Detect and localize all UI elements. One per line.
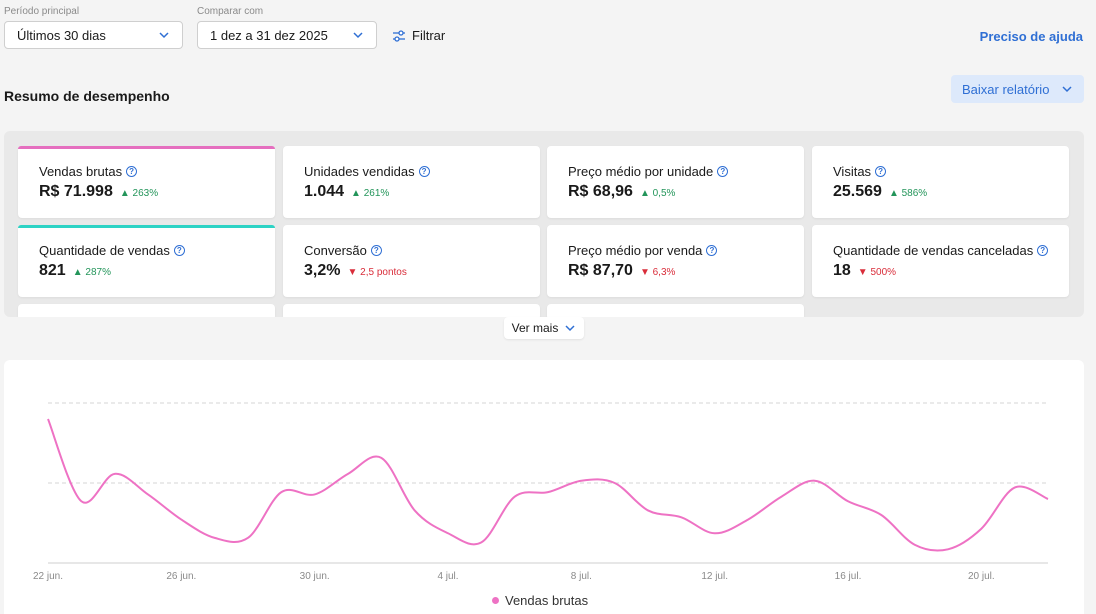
period-label: Período principal xyxy=(4,6,80,17)
kpi-delta: ▼ 2,5 pontos xyxy=(347,267,407,278)
filter-button-label: Filtrar xyxy=(412,28,446,43)
kpi-card-conversion[interactable]: Conversão? 3,2% ▼ 2,5 pontos xyxy=(283,225,540,297)
kpi-title: Vendas brutas xyxy=(39,164,123,179)
x-tick-label: 26 jun. xyxy=(166,571,196,582)
info-icon[interactable]: ? xyxy=(1037,245,1049,256)
legend-dot xyxy=(492,597,499,604)
compare-label: Comparar com xyxy=(197,6,264,17)
period-select[interactable]: Últimos 30 dias xyxy=(4,21,183,49)
kpi-value: R$ 68,96 xyxy=(568,183,633,200)
kpi-panel: Vendas brutas? R$ 71.998 ▲ 263% Unidades … xyxy=(4,131,1084,317)
kpi-title: Unidades vendidas xyxy=(304,164,415,179)
x-tick-label: 22 jun. xyxy=(33,571,63,582)
kpi-card-stub xyxy=(18,304,275,317)
kpi-value: R$ 87,70 xyxy=(568,262,633,279)
download-report-label: Baixar relatório xyxy=(962,81,1050,97)
download-report-button[interactable]: Baixar relatório xyxy=(951,75,1084,103)
kpi-card-units-sold[interactable]: Unidades vendidas? 1.044 ▲ 261% xyxy=(283,146,540,218)
kpi-title: Visitas xyxy=(833,164,872,179)
chevron-down-icon xyxy=(565,325,575,332)
kpi-card-avg-price-unit[interactable]: Preço médio por unidade? R$ 68,96 ▲ 0,5% xyxy=(547,146,804,218)
compare-filter: Comparar com 1 dez a 31 dez 2025 xyxy=(197,6,377,49)
x-tick-label: 30 jun. xyxy=(300,571,330,582)
compare-select[interactable]: 1 dez a 31 dez 2025 xyxy=(197,21,377,49)
chevron-down-icon xyxy=(159,32,169,39)
info-icon[interactable]: ? xyxy=(706,245,718,256)
compare-value: 1 dez a 31 dez 2025 xyxy=(210,27,328,43)
period-filter: Período principal Últimos 30 dias xyxy=(4,6,183,49)
info-icon[interactable]: ? xyxy=(875,166,887,177)
kpi-delta: ▲ 586% xyxy=(888,188,928,199)
help-link[interactable]: Preciso de ajuda xyxy=(980,29,1083,44)
kpi-value: 821 xyxy=(39,262,66,279)
x-tick-label: 16 jul. xyxy=(835,571,862,582)
series-line-vendas-brutas xyxy=(47,418,1049,552)
kpi-card-gross-sales[interactable]: Vendas brutas? R$ 71.998 ▲ 263% xyxy=(18,146,275,218)
kpi-title: Preço médio por unidade xyxy=(568,164,714,179)
kpi-card-sales-count[interactable]: Quantidade de vendas? 821 ▲ 287% xyxy=(18,225,275,297)
x-tick-label: 4 jul. xyxy=(437,571,458,582)
period-value: Últimos 30 dias xyxy=(17,27,106,43)
chevron-down-icon xyxy=(353,32,363,39)
info-icon[interactable]: ? xyxy=(173,245,185,256)
section-title: Resumo de desempenho xyxy=(4,88,170,104)
sales-chart-card: 22 jun. 26 jun. 30 jun. 4 jul. 8 jul. 12 jul.… xyxy=(4,360,1084,614)
kpi-title: Quantidade de vendas canceladas xyxy=(833,243,1034,258)
info-icon[interactable]: ? xyxy=(126,166,138,177)
see-more-button[interactable]: Ver mais xyxy=(504,317,584,339)
chart-legend: Vendas brutas xyxy=(492,593,588,608)
kpi-delta: ▲ 287% xyxy=(72,267,111,278)
kpi-delta: ▲ 261% xyxy=(351,188,390,199)
filter-sliders-icon xyxy=(393,29,405,42)
legend-label: Vendas brutas xyxy=(505,593,589,608)
chevron-down-icon xyxy=(1062,86,1072,93)
kpi-card-stub xyxy=(283,304,540,317)
filter-button[interactable]: Filtrar xyxy=(392,28,445,43)
kpi-card-canceled-sales[interactable]: Quantidade de vendas canceladas? 18 ▼ 500… xyxy=(812,225,1069,297)
kpi-title: Quantidade de vendas xyxy=(39,243,170,258)
x-tick-label: 8 jul. xyxy=(571,571,592,582)
see-more-label: Ver mais xyxy=(511,321,559,335)
sales-line-chart: 22 jun. 26 jun. 30 jun. 4 jul. 8 jul. 12 jul.… xyxy=(33,402,1049,582)
info-icon[interactable]: ? xyxy=(418,166,430,177)
kpi-title: Preço médio por venda xyxy=(568,243,703,258)
kpi-card-avg-price-sale[interactable]: Preço médio por venda? R$ 87,70 ▼ 6,3% xyxy=(547,225,804,297)
info-icon[interactable]: ? xyxy=(717,166,729,177)
kpi-value: 25.569 xyxy=(833,183,882,200)
info-icon[interactable]: ? xyxy=(370,245,382,256)
x-tick-label: 12 jul. xyxy=(701,571,728,582)
kpi-value: 1.044 xyxy=(304,183,345,200)
kpi-value: 18 xyxy=(833,262,851,279)
kpi-delta: ▼ 500% xyxy=(857,267,897,278)
kpi-delta: ▲ 263% xyxy=(119,188,159,199)
kpi-delta: ▲ 0,5% xyxy=(639,188,676,199)
kpi-title: Conversão xyxy=(304,243,367,258)
kpi-value: 3,2% xyxy=(304,262,341,279)
kpi-card-visits[interactable]: Visitas? 25.569 ▲ 586% xyxy=(812,146,1069,218)
kpi-value: R$ 71.998 xyxy=(39,183,113,200)
kpi-accent xyxy=(18,146,275,149)
kpi-accent xyxy=(18,225,275,228)
kpi-card-stub xyxy=(547,304,804,317)
kpi-delta: ▼ 6,3% xyxy=(639,267,676,278)
x-tick-label: 20 jul. xyxy=(968,571,995,582)
